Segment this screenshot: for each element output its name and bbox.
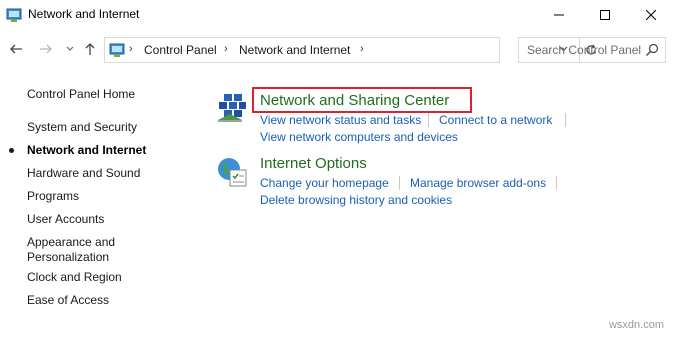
internet-options-icon <box>218 158 247 187</box>
window-title: Network and Internet <box>28 7 140 21</box>
forward-button[interactable] <box>38 42 54 58</box>
address-row: › Control Panel › Network and Internet ›… <box>0 34 674 66</box>
sidebar-item-control-panel-home[interactable]: Control Panel Home <box>27 87 135 101</box>
close-button[interactable] <box>628 0 674 30</box>
link-separator <box>556 176 557 190</box>
link-delete-browsing-history[interactable]: Delete browsing history and cookies <box>260 193 452 207</box>
category-title-internet-options[interactable]: Internet Options <box>260 155 367 172</box>
title-bar: Network and Internet <box>0 0 674 30</box>
control-panel-icon <box>6 8 22 22</box>
breadcrumb-network-and-internet[interactable]: Network and Internet <box>239 43 350 57</box>
search-box[interactable]: Search Control Panel <box>518 37 666 63</box>
link-separator <box>428 113 429 127</box>
category-title-network-and-sharing-center[interactable]: Network and Sharing Center <box>260 92 449 109</box>
address-bar[interactable]: › Control Panel › Network and Internet › <box>104 37 596 63</box>
breadcrumb-separator-icon[interactable]: › <box>360 43 364 55</box>
minimize-button[interactable] <box>536 0 582 30</box>
breadcrumb-separator-icon[interactable]: › <box>224 43 228 55</box>
control-panel-icon <box>109 43 125 57</box>
chevron-down-icon <box>66 46 74 51</box>
sidebar-item-user-accounts[interactable]: User Accounts <box>27 212 104 226</box>
up-button[interactable] <box>82 42 98 58</box>
sidebar-item-system-and-security[interactable]: System and Security <box>27 120 137 134</box>
link-view-network-status[interactable]: View network status and tasks <box>260 113 421 127</box>
sidebar-item-appearance-line-2[interactable]: Personalization <box>27 250 109 264</box>
sidebar-item-hardware-and-sound[interactable]: Hardware and Sound <box>27 166 140 180</box>
minimize-icon <box>554 14 564 16</box>
active-indicator-icon <box>9 148 14 153</box>
breadcrumb-separator-icon[interactable]: › <box>129 43 133 55</box>
maximize-icon <box>600 10 610 20</box>
search-input[interactable]: Search Control Panel <box>527 43 641 57</box>
maximize-button[interactable] <box>582 0 628 30</box>
link-change-homepage[interactable]: Change your homepage <box>260 176 389 190</box>
sidebar-item-network-and-internet[interactable]: Network and Internet <box>27 143 146 157</box>
recent-locations-button[interactable] <box>62 42 78 58</box>
network-sharing-icon <box>218 94 246 122</box>
sidebar-item-ease-of-access[interactable]: Ease of Access <box>27 293 109 307</box>
watermark: wsxdn.com <box>608 319 664 331</box>
close-icon <box>646 10 656 20</box>
link-manage-browser-add-ons[interactable]: Manage browser add-ons <box>410 176 546 190</box>
arrow-left-icon <box>10 44 22 54</box>
link-separator <box>399 176 400 190</box>
arrow-right-icon <box>40 44 52 54</box>
search-icon[interactable] <box>645 43 659 57</box>
arrow-up-icon <box>85 43 95 55</box>
link-connect-to-network[interactable]: Connect to a network <box>439 113 552 127</box>
sidebar-item-programs[interactable]: Programs <box>27 189 79 203</box>
sidebar-item-appearance-line-1[interactable]: Appearance and <box>27 235 115 249</box>
link-view-network-computers[interactable]: View network computers and devices <box>260 130 458 144</box>
link-separator <box>565 113 566 127</box>
sidebar-item-clock-and-region[interactable]: Clock and Region <box>27 270 122 284</box>
breadcrumb-control-panel[interactable]: Control Panel <box>144 43 217 57</box>
back-button[interactable] <box>8 42 24 58</box>
